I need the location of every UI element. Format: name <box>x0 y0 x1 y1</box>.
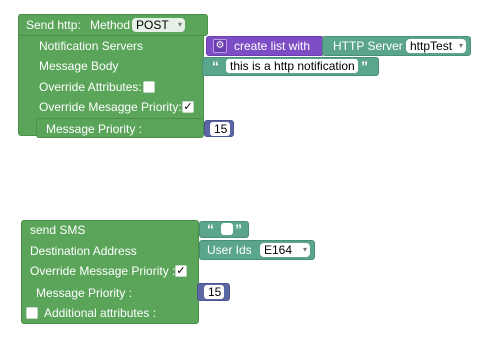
send-sms-title: send SMS <box>30 223 86 237</box>
priority-number-field[interactable]: 15 <box>210 122 230 136</box>
http-server-label: HTTP Server <box>333 39 403 53</box>
message-body-label: Message Body <box>39 59 119 73</box>
override-attributes-label: Override Attributes: <box>39 80 142 94</box>
message-priority-label: Message Priority : <box>46 122 143 136</box>
open-quote-icon: “ <box>212 58 219 74</box>
open-quote-icon: “ <box>207 221 214 237</box>
send-http-title: Send http: <box>26 18 81 32</box>
override-priority-checkbox[interactable]: ✓ <box>182 101 194 113</box>
sms-message-priority-label: Message Priority : <box>36 286 133 300</box>
additional-attributes-checkbox[interactable] <box>26 307 38 319</box>
notification-servers-label: Notification Servers <box>39 39 144 53</box>
destination-address-label: Destination Address <box>30 244 137 258</box>
override-priority-label: Override Mesagge Priority: <box>39 100 182 114</box>
user-ids-format-dropdown[interactable]: E164 ▾ <box>260 243 310 257</box>
method-label: Method <box>90 18 131 32</box>
create-list-label: create list with <box>234 39 311 53</box>
chevron-down-icon: ▾ <box>458 41 463 50</box>
close-quote-icon: ” <box>361 58 368 74</box>
gear-icon[interactable]: ⚙ <box>213 39 227 53</box>
chevron-down-icon: ▾ <box>177 20 182 29</box>
user-ids-label: User Ids <box>207 243 252 257</box>
sms-priority-number-field[interactable]: 15 <box>204 285 224 299</box>
checkmark-icon: ✓ <box>183 101 193 113</box>
method-dropdown[interactable]: POST ▾ <box>132 18 185 32</box>
http-server-dropdown[interactable]: httpTest ▾ <box>406 39 466 53</box>
message-body-field[interactable]: this is a http notification <box>226 59 358 73</box>
http-server-value: httpTest <box>410 39 453 53</box>
additional-attributes-label: Additional attributes : <box>44 306 157 320</box>
close-quote-icon: ” <box>235 221 242 237</box>
method-value: POST <box>136 18 169 32</box>
override-message-priority-label: Override Message Priority : <box>30 264 176 278</box>
empty-text-field[interactable] <box>221 223 233 235</box>
chevron-down-icon: ▾ <box>302 245 307 254</box>
user-ids-format-value: E164 <box>264 243 293 257</box>
checkmark-icon: ✓ <box>176 265 186 277</box>
override-message-priority-checkbox[interactable]: ✓ <box>175 265 187 277</box>
override-attributes-checkbox[interactable] <box>143 81 155 93</box>
